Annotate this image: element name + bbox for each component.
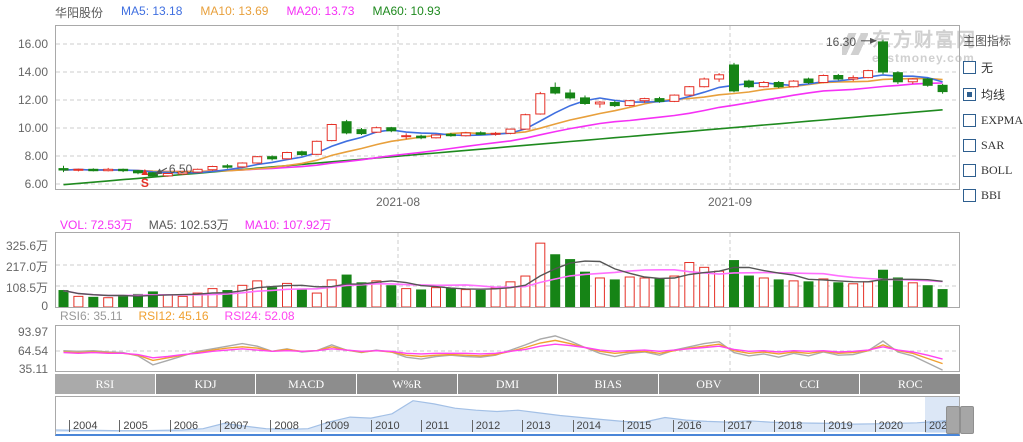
svg-text:6.50: 6.50 — [169, 162, 193, 176]
tab-cci[interactable]: CCI — [760, 374, 860, 394]
price-tick: 6.00 — [0, 177, 48, 191]
tab-bias[interactable]: BIAS — [558, 374, 658, 394]
timeline-year-label: 2018 — [774, 420, 802, 432]
legend-ma10: MA10: 13.69 — [200, 4, 268, 21]
timeline-year-label: 2013 — [522, 420, 550, 432]
indicator-option-label: BOLL — [981, 163, 1012, 178]
timeline-year-label: 2020 — [875, 420, 903, 432]
timeline-year-label: 2007 — [220, 420, 248, 432]
vol-tick: 217.0万 — [0, 258, 48, 275]
vol-tick: 325.6万 — [0, 237, 48, 254]
timeline-year-label: 2004 — [69, 420, 97, 432]
rsi-chart — [55, 325, 960, 372]
tab-roc[interactable]: ROC — [860, 374, 960, 394]
main-chart-legend: 华阳股份 MA5: 13.18 MA10: 13.69 MA20: 13.73 … — [55, 4, 441, 21]
timeline-year-label: 2015 — [623, 420, 651, 432]
vol-tick: 108.5万 — [0, 279, 48, 296]
tab-rsi[interactable]: RSI — [55, 374, 155, 394]
timeline-year-label: 2008 — [270, 420, 298, 432]
rsi-legend: RSI6: 35.11 RSI12: 45.16 RSI24: 52.08 — [60, 309, 295, 323]
vol-value: VOL: 72.53万 — [60, 216, 133, 233]
indicator-option-label: SAR — [981, 138, 1004, 153]
tab-macd[interactable]: MACD — [256, 374, 356, 394]
price-tick: 12.00 — [0, 93, 48, 107]
checkbox-icon[interactable] — [963, 164, 976, 177]
main-chart[interactable]: 16.30 6.50 S — [55, 25, 960, 190]
legend-ma20: MA20: 13.73 — [286, 4, 354, 21]
main-indicator-panel: 主图指标 无均线 EXPMA SAR BOLL BBI — [963, 32, 1023, 203]
timeline-year-label: 2019 — [824, 420, 852, 432]
rsi12-value: RSI12: 45.16 — [138, 309, 208, 323]
timeline-year-label: 2012 — [472, 420, 500, 432]
indicator-option-BOLL[interactable]: BOLL — [963, 163, 1023, 178]
indicator-option-label: 均线 — [981, 86, 1005, 103]
indicator-option-EXPMA[interactable]: EXPMA — [963, 113, 1023, 128]
price-tick: 8.00 — [0, 149, 48, 163]
legend-ma60: MA60: 10.93 — [372, 4, 440, 21]
checkbox-icon[interactable] — [963, 139, 976, 152]
rsi-tick: 93.97 — [0, 325, 48, 339]
rsi-tick: 64.54 — [0, 344, 48, 358]
indicator-option-label: 无 — [981, 59, 993, 76]
month-label: 2021-09 — [708, 195, 752, 209]
indicator-option-label: EXPMA — [981, 113, 1023, 128]
indicator-tab-bar: RSIKDJMACDW%RDMIBIASOBVCCIROC — [55, 374, 960, 394]
navigator-handle-left[interactable] — [946, 406, 960, 434]
tab-wr[interactable]: W%R — [357, 374, 457, 394]
stock-chart-app: 华阳股份 MA5: 13.18 MA10: 13.69 MA20: 13.73 … — [0, 0, 1023, 442]
timeline-year-label: 2006 — [170, 420, 198, 432]
rsi6-value: RSI6: 35.11 — [60, 309, 122, 323]
indicator-option-无[interactable]: 无 — [963, 59, 1023, 76]
vol-ma10: MA10: 107.92万 — [245, 216, 332, 233]
price-tick: 10.00 — [0, 121, 48, 135]
main-indicator-title: 主图指标 — [963, 32, 1023, 49]
svg-text:16.30: 16.30 — [826, 35, 856, 49]
navigator-handle-right[interactable] — [960, 406, 974, 434]
indicator-option-SAR[interactable]: SAR — [963, 138, 1023, 153]
timeline-year-label: 2017 — [724, 420, 752, 432]
timeline-year-label: 2005 — [119, 420, 147, 432]
vol-tick: 0 — [0, 299, 48, 313]
price-tick: 16.00 — [0, 37, 48, 51]
timeline-year-label: 2011 — [421, 420, 449, 432]
indicator-option-均线[interactable]: 均线 — [963, 86, 1023, 103]
tab-obv[interactable]: OBV — [659, 374, 759, 394]
tab-kdj[interactable]: KDJ — [156, 374, 256, 394]
svg-text:S: S — [141, 176, 149, 190]
main-indicator-list: 无均线 EXPMA SAR BOLL BBI — [963, 59, 1023, 203]
price-tick: 14.00 — [0, 65, 48, 79]
indicator-option-BBI[interactable]: BBI — [963, 188, 1023, 203]
tab-dmi[interactable]: DMI — [458, 374, 558, 394]
volume-chart — [55, 232, 960, 308]
timeline-year-label: 2016 — [673, 420, 701, 432]
stock-name: 华阳股份 — [55, 4, 103, 21]
vol-ma5: MA5: 102.53万 — [149, 216, 229, 233]
rsi24-value: RSI24: 52.08 — [225, 309, 295, 323]
checkbox-icon[interactable] — [963, 189, 976, 202]
indicator-option-label: BBI — [981, 188, 1001, 203]
rsi-tick: 35.11 — [0, 362, 48, 376]
timeline-year-label: 2009 — [321, 420, 349, 432]
timeline-year-label: 2010 — [371, 420, 399, 432]
checkbox-icon[interactable] — [963, 114, 976, 127]
volume-legend: VOL: 72.53万 MA5: 102.53万 MA10: 107.92万 — [60, 216, 332, 233]
history-navigator[interactable]: 2004 2005 2006 2007 2008 2009 2010 2011 2012 2013… — [55, 396, 960, 436]
legend-ma5: MA5: 13.18 — [121, 4, 182, 21]
month-label: 2021-08 — [376, 195, 420, 209]
checkbox-checked-icon[interactable] — [963, 88, 976, 101]
checkbox-icon[interactable] — [963, 61, 976, 74]
timeline-year-label: 2014 — [573, 420, 601, 432]
